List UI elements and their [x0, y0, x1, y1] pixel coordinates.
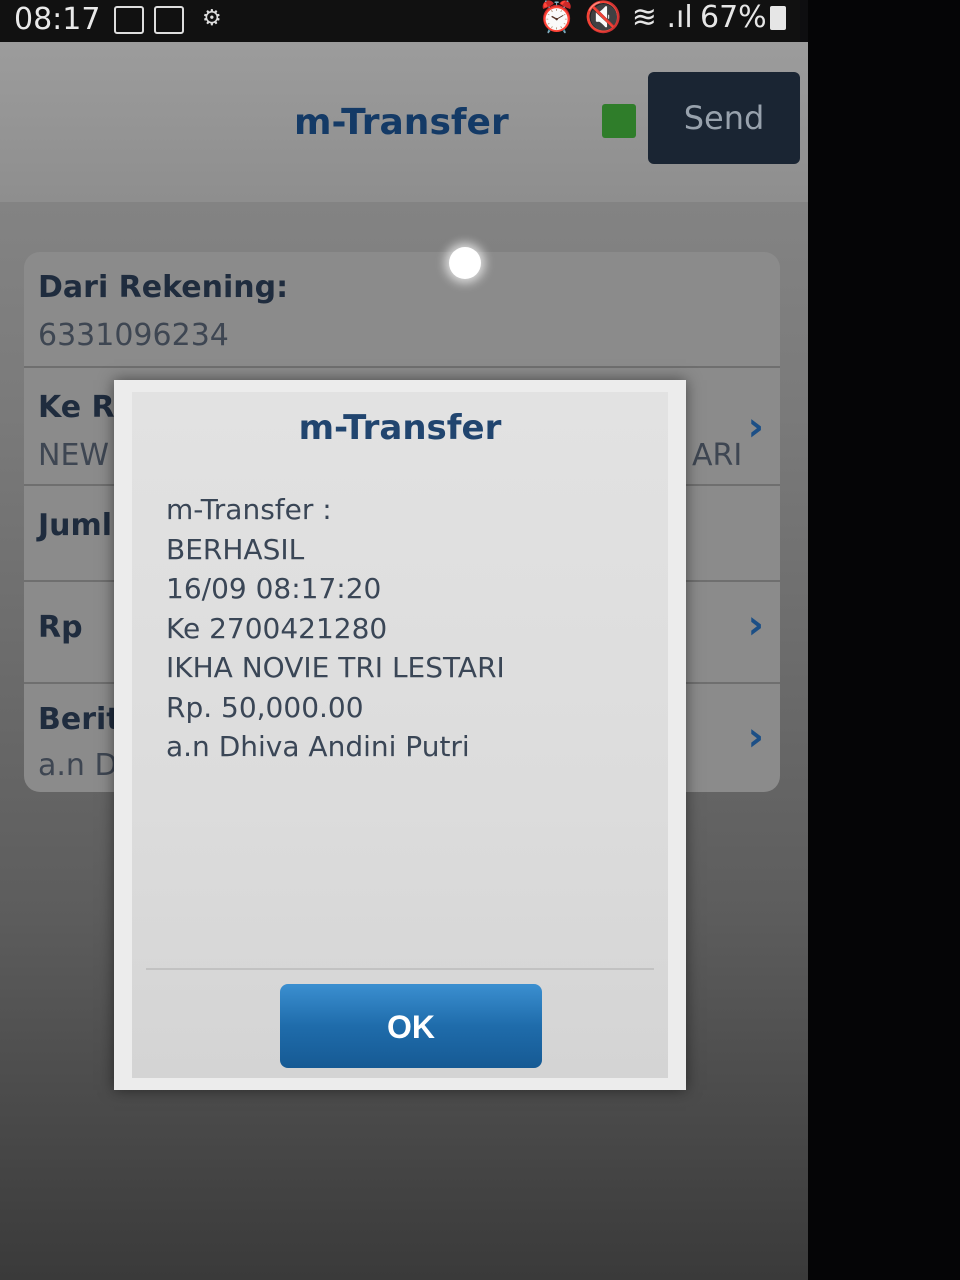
- status-bar: 08:17 ⚙ ⏰ 🔇 ≋ .ıl 67%: [0, 0, 800, 42]
- page-title: m-Transfer: [294, 102, 509, 143]
- to-account-value-end: ARI: [692, 438, 743, 473]
- message-datetime: 16/09 08:17:20: [166, 572, 382, 605]
- chevron-right-icon: ›: [747, 714, 764, 760]
- result-dialog-frame: m-Transfer m-Transfer : BERHASIL 16/09 0…: [114, 380, 686, 1090]
- sync-notification-icon: ⚙: [202, 6, 222, 31]
- battery-percent: 67%: [700, 0, 767, 35]
- dialog-divider: [146, 968, 654, 970]
- send-button[interactable]: Send: [648, 72, 800, 164]
- to-account-value: NEW: [38, 438, 110, 473]
- message-status: BERHASIL: [166, 532, 305, 566]
- chevron-right-icon: ›: [747, 404, 764, 450]
- status-icons: ⏰ 🔇 ≋ .ıl: [538, 0, 693, 35]
- dialog-message: m-Transfer : BERHASIL 16/09 08:17:20 Ke …: [166, 490, 646, 767]
- message-destination-account: Ke 2700421280: [166, 611, 388, 645]
- message-sender-note: a.n Dhiva Andini Putri: [166, 730, 470, 763]
- status-indicator-icon: [602, 104, 636, 138]
- camera-flash-reflection: [449, 247, 481, 279]
- chevron-right-icon: ›: [747, 602, 764, 648]
- note-label: Berit: [38, 702, 121, 737]
- photo-of-phone-screen: 08:17 ⚙ ⏰ 🔇 ≋ .ıl 67% m-Transfer Send Da…: [0, 0, 960, 1280]
- app-header: m-Transfer Send: [0, 42, 808, 202]
- amount-label: Juml: [38, 508, 113, 543]
- from-account-label: Dari Rekening:: [38, 270, 289, 305]
- result-dialog: m-Transfer m-Transfer : BERHASIL 16/09 0…: [132, 392, 668, 1078]
- from-account-value: 6331096234: [38, 318, 229, 353]
- battery-icon: [770, 6, 786, 30]
- note-value: a.n D: [38, 748, 118, 783]
- phone-bezel: [808, 0, 960, 1280]
- message-recipient-name: IKHA NOVIE TRI LESTARI: [166, 651, 505, 684]
- from-account-row[interactable]: Dari Rekening: 6331096234: [24, 252, 780, 368]
- gallery-notification-icon: [114, 6, 144, 34]
- to-account-label: Ke R: [38, 390, 115, 425]
- message-line: m-Transfer :: [166, 493, 332, 526]
- status-time: 08:17: [14, 2, 101, 37]
- dialog-title: m-Transfer: [298, 408, 502, 448]
- photo-notification-icon: [154, 6, 184, 34]
- currency-label: Rp: [38, 610, 83, 645]
- ok-button[interactable]: OK: [280, 984, 542, 1068]
- message-amount: Rp. 50,000.00: [166, 690, 364, 724]
